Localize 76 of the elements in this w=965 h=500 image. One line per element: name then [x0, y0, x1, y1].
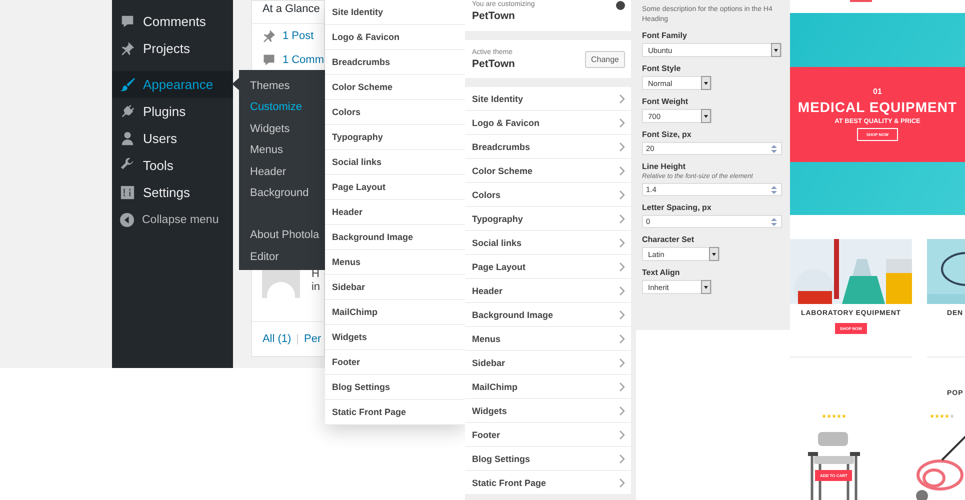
chevron-icon [619, 478, 625, 488]
site-name: PetTown [472, 9, 516, 23]
collapse-menu-button[interactable]: Collapse menu [112, 206, 234, 233]
section-item[interactable]: Social links [465, 231, 631, 255]
section-item[interactable]: Logo & Favicon [465, 111, 631, 135]
spinner-icon [770, 184, 778, 194]
avatar-icon [262, 268, 300, 298]
brush-icon [120, 77, 135, 92]
section-item[interactable]: Site Identity [465, 87, 631, 111]
chevron-icon [619, 358, 625, 368]
comment-icon [262, 53, 276, 67]
plug-icon [120, 104, 135, 119]
separator: | [296, 333, 300, 345]
chevron-icon [619, 406, 625, 416]
menu-item[interactable]: Appearance [112, 71, 234, 98]
chevron-icon [619, 118, 625, 128]
menu-item[interactable]: Users [112, 125, 234, 152]
chevron-icon [619, 166, 625, 176]
spinner-icon [770, 216, 778, 226]
chevron-icon [619, 190, 625, 200]
field-label: Font Size, px [642, 130, 692, 139]
filter-link[interactable]: All (1) [262, 333, 292, 345]
spinner-icon [770, 144, 778, 154]
slide-number: 01 [873, 87, 882, 96]
comment-text: in [311, 281, 320, 294]
pin-icon [262, 29, 276, 43]
section-item[interactable]: Static Front Page [465, 471, 631, 495]
theme-name: PetTown [472, 56, 515, 70]
chevron-icon [619, 94, 625, 104]
chevron-icon [619, 214, 625, 224]
collapse-icon [120, 212, 134, 226]
chevron-icon [619, 334, 625, 344]
field-label: Font Weight [642, 97, 690, 106]
field-label: Line Height [642, 162, 687, 171]
menu-item[interactable]: Projects [112, 35, 234, 62]
comment-icon [120, 14, 135, 29]
menu-item[interactable]: Tools [112, 152, 234, 179]
section-item[interactable]: Header [465, 279, 631, 303]
stat-link[interactable]: 1 Post [282, 30, 314, 42]
menu-item[interactable]: Settings [112, 179, 234, 206]
chevron-icon [619, 382, 625, 392]
section-item[interactable]: Blog Settings [465, 447, 631, 471]
chevron-icon [619, 310, 625, 320]
section-item[interactable]: Page Layout [465, 255, 631, 279]
sliders-icon [120, 185, 135, 200]
field-label: Character Set [642, 235, 696, 244]
menu-item[interactable]: Comments [112, 8, 234, 35]
section-item[interactable]: Sidebar [465, 351, 631, 375]
field-label: Text Align [642, 268, 681, 277]
section-item[interactable]: Typography [465, 207, 631, 231]
hero-title: MEDICAL EQUIPMENT [798, 99, 958, 115]
section-item[interactable]: Footer [465, 423, 631, 447]
chevron-icon [619, 238, 625, 248]
widget-title: At a Glance [252, 1, 324, 24]
section-item[interactable]: MailChimp [465, 375, 631, 399]
field-label: Font Style [642, 64, 682, 73]
stat-link[interactable]: 1 Comm [282, 54, 324, 66]
section-item[interactable]: Background Image [465, 303, 631, 327]
chevron-icon [619, 262, 625, 272]
filter-link[interactable]: Per [304, 333, 322, 345]
field-label: Font Family [642, 31, 688, 40]
chevron-icon [619, 142, 625, 152]
menu-item[interactable]: Plugins [112, 98, 234, 125]
user-icon [120, 131, 135, 146]
section-item[interactable]: Color Scheme [465, 159, 631, 183]
field-label: Letter Spacing, px [642, 203, 712, 212]
chevron-icon [619, 430, 625, 440]
help-icon[interactable] [616, 1, 625, 10]
section-item[interactable]: Breadcrumbs [465, 135, 631, 159]
section-item[interactable]: Widgets [465, 399, 631, 423]
change-button[interactable]: Change [584, 50, 625, 68]
section-item[interactable]: Colors [465, 183, 631, 207]
section-item[interactable]: Menus [465, 327, 631, 351]
chevron-icon [619, 286, 625, 296]
pin-icon [120, 41, 135, 56]
chevron-icon [619, 454, 625, 464]
